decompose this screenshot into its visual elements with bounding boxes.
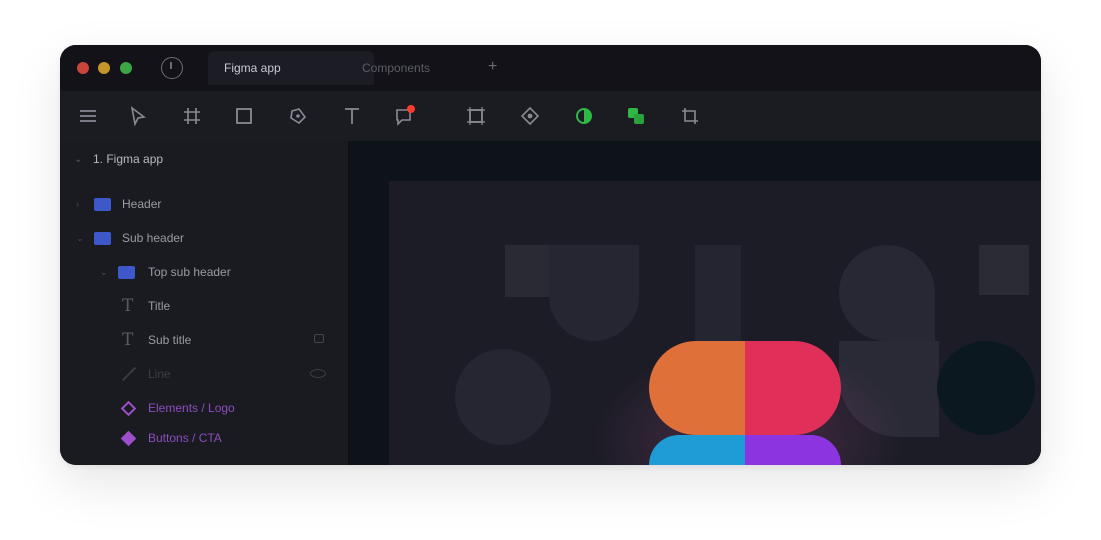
logo-orange-shape[interactable] xyxy=(649,341,745,435)
text-icon[interactable] xyxy=(340,104,364,128)
bg-shape xyxy=(455,349,551,445)
layer-label: Sub header xyxy=(122,231,185,245)
close-window-button[interactable] xyxy=(77,62,89,74)
plugin-icon[interactable] xyxy=(518,104,542,128)
minimize-window-button[interactable] xyxy=(98,62,110,74)
title-bar: Figma app Components + xyxy=(60,45,1041,91)
frame-icon xyxy=(94,231,111,245)
layer-sub-title[interactable]: T Sub title xyxy=(60,325,348,355)
layer-top-sub-header[interactable]: ⌄ Top sub header xyxy=(60,257,348,287)
figma-window: Figma app Components + ⌄ 1. Figma app › … xyxy=(60,45,1041,465)
logo-blue-shape[interactable] xyxy=(649,435,745,465)
instance-icon xyxy=(120,430,137,447)
text-layer-icon: T xyxy=(122,296,134,316)
layer-elements-logo[interactable]: Elements / Logo xyxy=(60,393,348,423)
layer-header[interactable]: › Header xyxy=(60,189,348,219)
move-icon[interactable] xyxy=(126,104,150,128)
logo-red-shape[interactable] xyxy=(745,341,841,435)
layers-panel: ⌄ 1. Figma app › Header ⌄ Sub header ⌄ T… xyxy=(60,141,349,465)
layer-label: Header xyxy=(122,197,162,211)
page-label: 1. Figma app xyxy=(93,152,164,166)
layer-label: Elements / Logo xyxy=(148,401,235,415)
layer-label: Title xyxy=(148,299,171,313)
bg-shape xyxy=(505,245,549,297)
page-item[interactable]: ⌄ 1. Figma app xyxy=(60,141,348,177)
frame-icon xyxy=(118,265,135,279)
bg-shape xyxy=(979,245,1029,295)
text-layer-icon: T xyxy=(122,330,134,350)
toolbar xyxy=(60,91,1041,141)
eye-hidden-icon[interactable] xyxy=(310,369,326,378)
bg-shape xyxy=(839,245,935,341)
component-frame-icon[interactable] xyxy=(464,104,488,128)
layer-title[interactable]: T Title xyxy=(60,291,348,321)
layer-label: Buttons / CTA xyxy=(148,431,222,445)
tab-label: Figma app xyxy=(224,61,281,75)
chevron-right-icon[interactable]: › xyxy=(76,199,79,209)
layer-label: Line xyxy=(148,367,171,381)
recent-files-icon[interactable] xyxy=(161,57,183,79)
layer-label: Sub title xyxy=(148,333,192,347)
canvas-frame[interactable] xyxy=(389,181,1041,465)
crop-icon[interactable] xyxy=(678,104,702,128)
frame-icon[interactable] xyxy=(180,104,204,128)
layer-sub-header[interactable]: ⌄ Sub header xyxy=(60,223,348,253)
tab-label: Components xyxy=(362,61,431,75)
boolean-icon[interactable] xyxy=(624,104,648,128)
chevron-down-icon[interactable]: ⌄ xyxy=(76,233,84,244)
logo-purple-shape[interactable] xyxy=(745,435,841,465)
add-tab-button[interactable]: + xyxy=(488,58,497,76)
design-canvas[interactable] xyxy=(349,141,1041,465)
rectangle-icon[interactable] xyxy=(232,104,256,128)
layer-buttons-cta[interactable]: Buttons / CTA xyxy=(60,423,348,453)
chevron-down-icon[interactable]: ⌄ xyxy=(100,267,108,278)
maximize-window-button[interactable] xyxy=(120,62,132,74)
line-icon xyxy=(121,366,137,382)
comment-icon[interactable] xyxy=(392,104,416,128)
lock-icon[interactable] xyxy=(314,334,324,343)
pen-icon[interactable] xyxy=(286,104,310,128)
chevron-down-icon[interactable]: ⌄ xyxy=(74,154,82,165)
tab-components[interactable]: Components xyxy=(346,51,498,85)
menu-icon[interactable] xyxy=(76,104,100,128)
bg-shape xyxy=(937,341,1035,435)
layer-line[interactable]: Line xyxy=(60,359,348,389)
frame-icon xyxy=(94,197,111,211)
bg-shape xyxy=(549,245,639,341)
component-icon xyxy=(120,400,137,417)
contrast-icon[interactable] xyxy=(572,104,596,128)
layer-label: Top sub header xyxy=(148,265,231,279)
